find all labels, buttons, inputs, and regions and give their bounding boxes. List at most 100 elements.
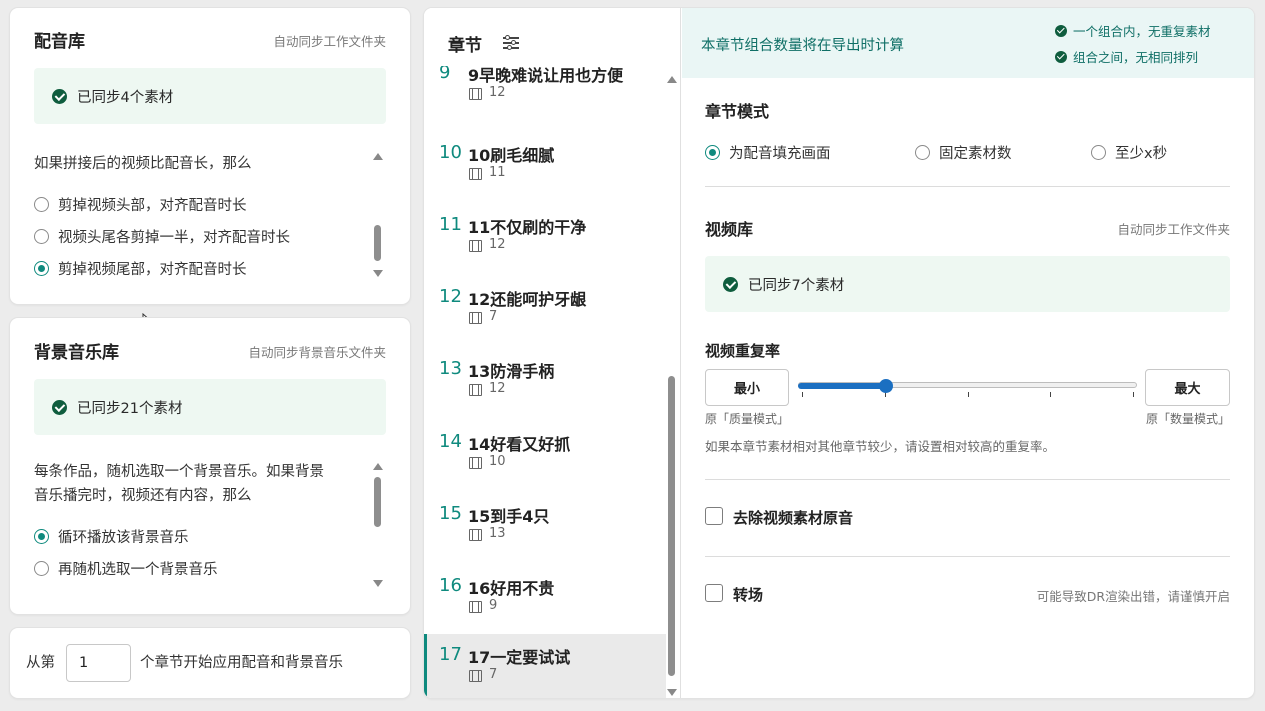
film-icon bbox=[469, 529, 482, 541]
mode-option-fixed[interactable]: 固定素材数 bbox=[915, 142, 1012, 163]
chapter-title: 13防滑手柄 bbox=[468, 362, 555, 381]
voice-option-label: 视频头尾各剪掉一半，对齐配音时长 bbox=[58, 230, 290, 246]
mode-option-label: 为配音填充画面 bbox=[729, 146, 831, 162]
chapter-number: 13 bbox=[439, 358, 462, 379]
chapter-number: 15 bbox=[439, 503, 462, 524]
check-circle-icon bbox=[52, 399, 67, 415]
chapter-list-panel: 章节 9 9早晚难说让用也方便 12 10 10刷毛细腻 11 11 11不仅刷… bbox=[424, 8, 681, 698]
slider-handle[interactable] bbox=[879, 379, 894, 393]
film-icon bbox=[469, 88, 482, 100]
banner-rule-text: 组合之间，无相同排列 bbox=[1073, 50, 1199, 65]
repeat-rate-help: 如果本章节素材相对其他章节较少，请设置相对较高的重复率。 bbox=[705, 439, 1056, 454]
scroll-thumb[interactable] bbox=[374, 477, 381, 527]
voice-option-both[interactable]: 视频头尾各剪掉一半，对齐配音时长 bbox=[34, 226, 290, 247]
bgm-option-random[interactable]: 再随机选取一个背景音乐 bbox=[34, 558, 218, 579]
remove-audio-row[interactable]: 去除视频素材原音 bbox=[705, 505, 1005, 529]
voice-sync-status: 已同步4个素材 bbox=[34, 68, 386, 124]
voice-library-card: 配音库 自动同步工作文件夹 已同步4个素材 如果拼接后的视频比配音长，那么 剪掉… bbox=[10, 8, 410, 304]
radio-button-selected[interactable] bbox=[34, 261, 49, 276]
bgm-library-hint: 自动同步背景音乐文件夹 bbox=[248, 345, 386, 360]
radio-button[interactable] bbox=[34, 229, 49, 244]
radio-button[interactable] bbox=[34, 561, 49, 576]
mode-option-min-seconds[interactable]: 至少x秒 bbox=[1091, 142, 1167, 163]
chapter-clip-count: 12 bbox=[489, 237, 506, 252]
chapter-item-selected[interactable]: 17 17一定要试试 7 bbox=[424, 634, 666, 698]
max-button[interactable]: 最大 bbox=[1145, 369, 1230, 406]
chapter-list-scrollbar[interactable] bbox=[666, 76, 678, 696]
radio-button[interactable] bbox=[1091, 145, 1106, 160]
transition-row[interactable]: 转场 bbox=[705, 582, 905, 606]
scroll-down-icon[interactable] bbox=[373, 580, 383, 587]
banner-rule-text: 一个组合内，无重复素材 bbox=[1073, 24, 1211, 39]
chapter-clip-count: 10 bbox=[489, 454, 506, 469]
chapter-settings-pane: 本章节组合数量将在导出时计算 一个组合内，无重复素材 组合之间，无相同排列 章节… bbox=[682, 8, 1254, 698]
scroll-up-icon[interactable] bbox=[667, 76, 677, 83]
voice-option-head[interactable]: 剪掉视频头部，对齐配音时长 bbox=[34, 194, 247, 215]
chapter-number: 11 bbox=[439, 214, 462, 235]
chapter-item[interactable]: 11 11不仅刷的干净 12 bbox=[424, 204, 666, 276]
bgm-option-loop[interactable]: 循环播放该背景音乐 bbox=[34, 526, 189, 547]
bgm-sync-text: 已同步21个素材 bbox=[77, 400, 183, 417]
chapter-mode-title: 章节模式 bbox=[705, 102, 770, 121]
bgm-option-label: 循环播放该背景音乐 bbox=[58, 530, 189, 546]
voice-option-label: 剪掉视频头部，对齐配音时长 bbox=[58, 198, 247, 214]
scroll-up-icon[interactable] bbox=[373, 463, 383, 470]
chapter-item[interactable]: 13 13防滑手柄 12 bbox=[424, 348, 666, 420]
film-icon bbox=[469, 168, 482, 180]
radio-button[interactable] bbox=[34, 197, 49, 212]
film-icon bbox=[469, 240, 482, 252]
start-chapter-prefix: 从第 bbox=[26, 655, 55, 671]
chapter-item[interactable]: 15 15到手4只 13 bbox=[424, 493, 666, 565]
radio-button[interactable] bbox=[915, 145, 930, 160]
chapter-title: 15到手4只 bbox=[468, 507, 550, 526]
chapter-item[interactable]: 12 12还能呵护牙龈 7 bbox=[424, 276, 666, 348]
banner-rule-1: 一个组合内，无重复素材 bbox=[1055, 21, 1211, 40]
slider-tick bbox=[1133, 392, 1134, 397]
chapters-title: 章节 bbox=[448, 36, 482, 56]
remove-audio-label: 去除视频素材原音 bbox=[733, 509, 854, 527]
scroll-up-icon[interactable] bbox=[373, 153, 383, 160]
chapter-title: 16好用不贵 bbox=[468, 579, 555, 598]
max-caption: 原「数量模式」 bbox=[1145, 412, 1230, 426]
check-circle-icon bbox=[1055, 24, 1067, 37]
chapter-title: 10刷毛细腻 bbox=[468, 146, 555, 165]
video-library-title: 视频库 bbox=[705, 220, 754, 239]
chapter-clip-count: 13 bbox=[489, 526, 506, 541]
chapter-number: 9 bbox=[439, 66, 451, 83]
bgm-options-scrollbar[interactable] bbox=[372, 463, 384, 587]
video-sync-text: 已同步7个素材 bbox=[748, 277, 845, 294]
slider-fill bbox=[798, 383, 887, 389]
video-library-hint: 自动同步工作文件夹 bbox=[1117, 222, 1230, 237]
chapter-item-partial[interactable]: 9 9早晚难说让用也方便 12 bbox=[424, 66, 666, 124]
bgm-question-line1: 每条作品，随机选取一个背景音乐。如果背景 bbox=[34, 464, 324, 480]
check-circle-icon bbox=[723, 276, 738, 292]
chapter-item[interactable]: 16 16好用不贵 9 bbox=[424, 565, 666, 637]
combination-banner: 本章节组合数量将在导出时计算 一个组合内，无重复素材 组合之间，无相同排列 bbox=[682, 8, 1254, 78]
chapter-item[interactable]: 14 14好看又好抓 10 bbox=[424, 421, 666, 493]
transition-warning: 可能导致DR渲染出错，请谨慎开启 bbox=[1036, 589, 1230, 604]
chapter-title: 17一定要试试 bbox=[468, 648, 571, 667]
chapter-item[interactable]: 10 10刷毛细腻 11 bbox=[424, 132, 666, 204]
divider bbox=[705, 479, 1230, 480]
film-icon bbox=[469, 457, 482, 469]
voice-options-scrollbar[interactable] bbox=[372, 153, 384, 277]
filter-settings-icon[interactable] bbox=[503, 34, 519, 50]
transition-checkbox[interactable] bbox=[705, 584, 723, 602]
scroll-down-icon[interactable] bbox=[667, 689, 677, 696]
scroll-thumb[interactable] bbox=[668, 376, 675, 676]
mode-option-label: 至少x秒 bbox=[1115, 146, 1168, 162]
repeat-rate-slider[interactable] bbox=[798, 378, 1137, 400]
min-button[interactable]: 最小 bbox=[705, 369, 789, 406]
mode-option-fill[interactable]: 为配音填充画面 bbox=[705, 142, 831, 163]
start-chapter-card: 从第 个章节开始应用配音和背景音乐 bbox=[10, 628, 410, 698]
scroll-down-icon[interactable] bbox=[373, 270, 383, 277]
min-caption: 原「质量模式」 bbox=[705, 412, 790, 426]
radio-button-selected[interactable] bbox=[34, 529, 49, 544]
chapter-title: 9早晚难说让用也方便 bbox=[468, 66, 624, 85]
start-chapter-input[interactable] bbox=[66, 644, 131, 682]
chapter-clip-count: 12 bbox=[489, 381, 506, 396]
radio-button-selected[interactable] bbox=[705, 145, 720, 160]
scroll-thumb[interactable] bbox=[374, 225, 381, 261]
voice-option-tail[interactable]: 剪掉视频尾部，对齐配音时长 bbox=[34, 258, 247, 279]
remove-audio-checkbox[interactable] bbox=[705, 507, 723, 525]
